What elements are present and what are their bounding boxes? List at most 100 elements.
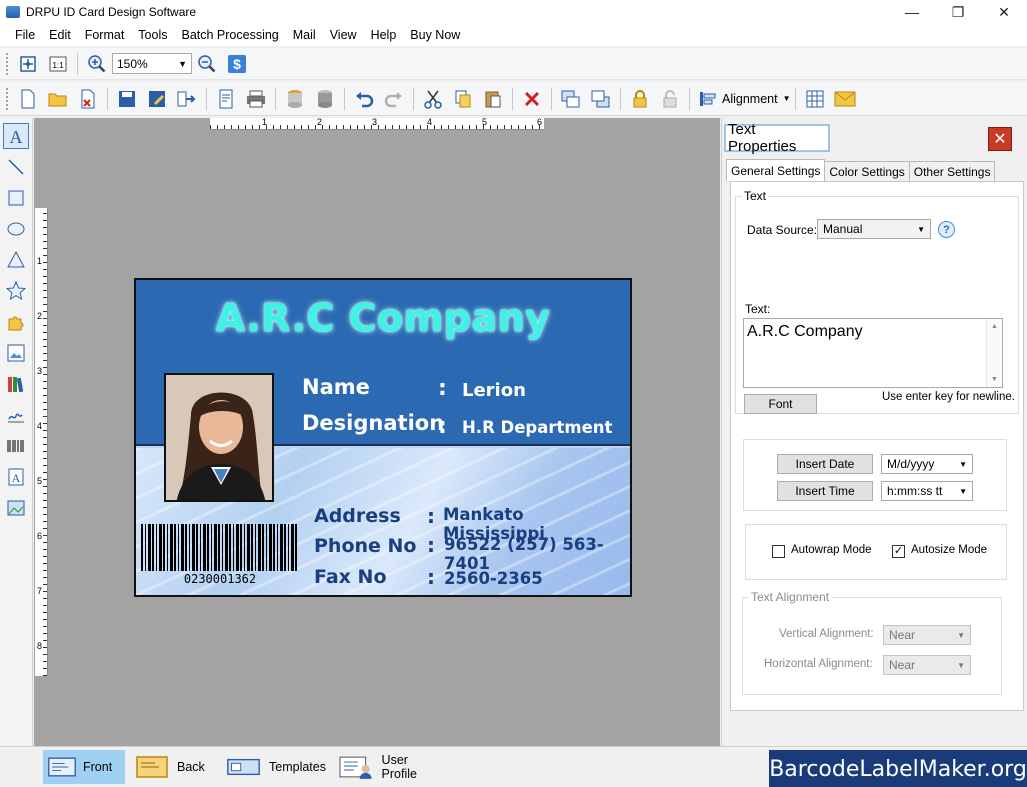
designation-value[interactable]: H.R Department [462, 418, 612, 437]
star-icon [6, 281, 26, 301]
address-label[interactable]: Address [314, 505, 401, 527]
textarea-scrollbar[interactable]: ▲ ▼ [986, 319, 1002, 387]
bring-forward-button[interactable] [559, 87, 583, 111]
paste-button[interactable] [481, 87, 505, 111]
buy-button[interactable]: $ [225, 52, 249, 76]
templates-tab[interactable]: Templates [222, 750, 326, 784]
menu-help[interactable]: Help [371, 28, 397, 42]
save-as-button[interactable] [145, 87, 169, 111]
close-window-icon[interactable]: ✕ [981, 0, 1027, 24]
close-file-button[interactable] [76, 87, 100, 111]
background-tool[interactable] [3, 495, 29, 521]
horizontal-alignment-select[interactable]: Near ▼ [883, 655, 971, 675]
unlock-button[interactable] [658, 87, 682, 111]
signature-tool[interactable] [3, 402, 29, 428]
delete-button[interactable] [520, 87, 544, 111]
ruler-mark: 5 [37, 476, 43, 486]
barcode-tool[interactable] [3, 433, 29, 459]
company-name-text[interactable]: A.R.C Company [136, 296, 630, 340]
redo-button[interactable] [382, 87, 406, 111]
lock-icon [633, 89, 647, 107]
print-button[interactable] [244, 87, 268, 111]
export-button[interactable] [175, 87, 199, 111]
tab-other-settings[interactable]: Other Settings [908, 161, 996, 181]
ellipse-tool[interactable] [3, 216, 29, 242]
text-tool[interactable]: A [3, 123, 29, 149]
menu-file[interactable]: File [15, 28, 35, 42]
image-icon [7, 344, 25, 362]
window-controls: — ❐ ✕ [889, 0, 1027, 24]
back-card-icon [136, 756, 168, 778]
menu-mail[interactable]: Mail [293, 28, 316, 42]
person-photo[interactable] [164, 373, 274, 502]
triangle-icon [7, 250, 25, 268]
phone-label[interactable]: Phone No [314, 535, 417, 557]
designation-label[interactable]: Designation [302, 411, 444, 435]
tab-color-settings[interactable]: Color Settings [824, 161, 910, 181]
back-tab[interactable]: Back [131, 750, 213, 784]
maximize-icon[interactable]: ❐ [935, 0, 981, 24]
open-button[interactable] [46, 87, 70, 111]
menu-format[interactable]: Format [85, 28, 125, 42]
fit-to-window-button[interactable] [16, 52, 40, 76]
printer-icon [247, 90, 265, 107]
panel-title: Text Properties [724, 121, 830, 155]
alignment-dropdown[interactable]: Alignment ▼ [698, 90, 791, 108]
database-settings-button[interactable] [313, 87, 337, 111]
zoom-in-button[interactable] [85, 52, 109, 76]
insert-time-button[interactable]: Insert Time [777, 481, 873, 501]
menu-batch-processing[interactable]: Batch Processing [181, 28, 278, 42]
panel-close-button[interactable]: ✕ [988, 127, 1012, 151]
toolbar-separator [77, 52, 78, 75]
vertical-alignment-select[interactable]: Near ▼ [883, 625, 971, 645]
minimize-icon[interactable]: — [889, 0, 935, 24]
time-format-select[interactable]: h:mm:ss tt ▼ [881, 481, 973, 501]
name-value[interactable]: Lerion [462, 380, 526, 401]
design-canvas[interactable]: 1 2 3 4 5 6 1 2 3 4 5 6 7 8 A.R.C Compan… [34, 118, 720, 746]
star-tool[interactable] [3, 278, 29, 304]
text-input[interactable]: A.R.C Company ▲ ▼ [743, 318, 1003, 388]
id-card[interactable]: A.R.C Company Name : Lerion Designation … [134, 278, 632, 597]
menu-buy-now[interactable]: Buy Now [410, 28, 460, 42]
zoom-select[interactable]: 150% ▼ [112, 53, 192, 74]
send-backward-button[interactable] [589, 87, 613, 111]
menu-edit[interactable]: Edit [49, 28, 71, 42]
print-preview-button[interactable] [214, 87, 238, 111]
fax-label[interactable]: Fax No [314, 566, 387, 588]
menu-view[interactable]: View [330, 28, 357, 42]
user-profile-tab[interactable]: User Profile [334, 750, 446, 784]
menu-tools[interactable]: Tools [138, 28, 167, 42]
line-tool[interactable] [3, 154, 29, 180]
actual-size-button[interactable]: 1:1 [46, 52, 70, 76]
image-tool[interactable] [3, 340, 29, 366]
lock-button[interactable] [628, 87, 652, 111]
grid-button[interactable] [803, 87, 827, 111]
fax-value[interactable]: 2560-2365 [444, 569, 543, 588]
save-button[interactable] [115, 87, 139, 111]
zoom-out-button[interactable] [195, 52, 219, 76]
rectangle-tool[interactable] [3, 185, 29, 211]
database-button[interactable] [283, 87, 307, 111]
font-button[interactable]: Font [744, 394, 817, 414]
data-source-select[interactable]: Manual ▼ [817, 219, 931, 239]
front-tab[interactable]: Front [43, 750, 125, 784]
undo-button[interactable] [352, 87, 376, 111]
autowrap-checkbox[interactable] [772, 545, 785, 558]
phone-value[interactable]: 96522 (257) 563-7401 [444, 535, 630, 573]
new-button[interactable] [16, 87, 40, 111]
insert-date-button[interactable]: Insert Date [777, 454, 873, 474]
date-format-select[interactable]: M/d/yyyy ▼ [881, 454, 973, 474]
newline-hint: Use enter key for newline. [882, 391, 1015, 403]
copy-button[interactable] [451, 87, 475, 111]
triangle-tool[interactable] [3, 247, 29, 273]
watermark-tool[interactable]: A [3, 464, 29, 490]
name-label[interactable]: Name [302, 375, 370, 399]
autosize-checkbox[interactable]: ✓ [892, 545, 905, 558]
shapes-tool[interactable] [3, 309, 29, 335]
help-icon[interactable]: ? [938, 221, 955, 238]
cut-button[interactable] [421, 87, 445, 111]
barcode-image[interactable] [141, 524, 299, 571]
tab-general-settings[interactable]: General Settings [726, 159, 826, 181]
mail-button[interactable] [833, 87, 857, 111]
library-tool[interactable] [3, 371, 29, 397]
